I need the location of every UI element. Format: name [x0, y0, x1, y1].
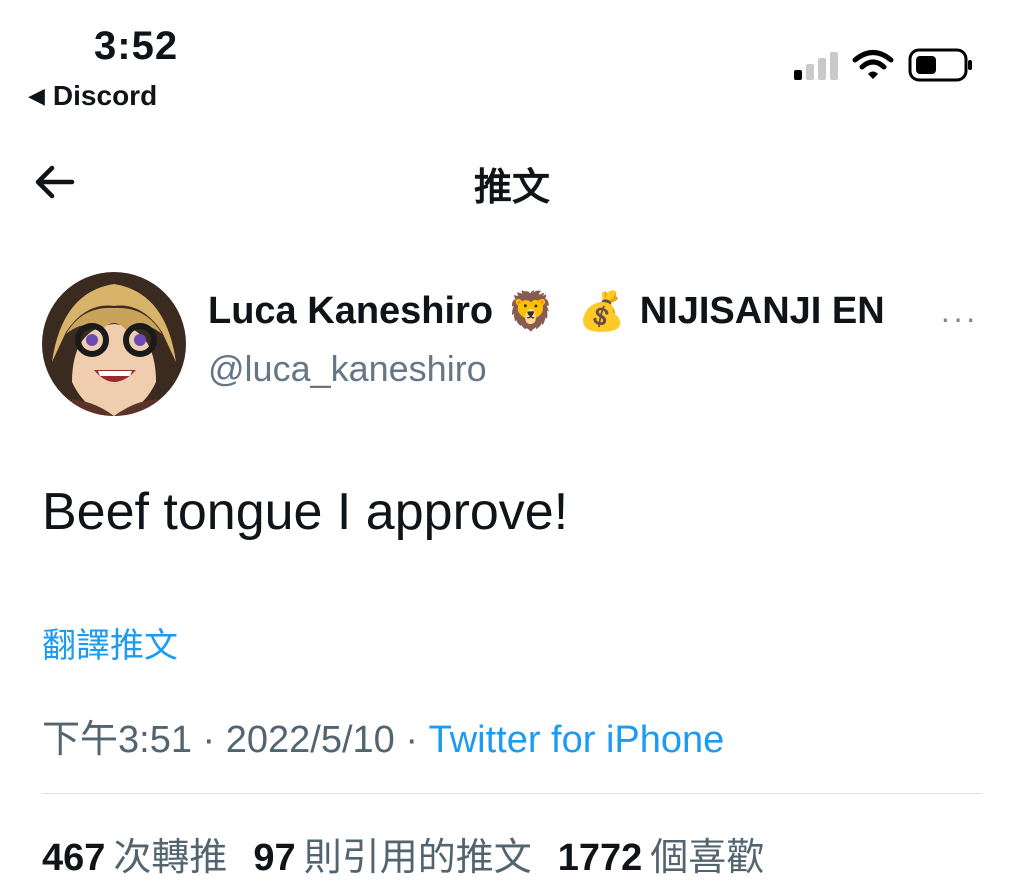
divider [42, 793, 982, 794]
quotes-label: 則引用的推文 [303, 837, 532, 879]
author-name: Luca Kaneshiro [208, 290, 494, 332]
wifi-icon [852, 50, 894, 79]
tweet-date[interactable]: 2022/5/10 [226, 719, 395, 761]
author-org: NIJISANJI EN [639, 290, 885, 332]
retweets-count: 467 [42, 837, 106, 879]
avatar-image [42, 272, 186, 416]
retweets-label: 次轉推 [113, 837, 228, 879]
status-time: 3:52 [94, 24, 179, 68]
lion-emoji-icon: 🦁 [507, 290, 555, 333]
back-app-label: Discord [52, 80, 158, 111]
battery-icon [908, 48, 972, 82]
cellular-signal-icon [794, 50, 838, 80]
likes-count: 1772 [557, 837, 643, 879]
back-to-app-button[interactable]: ◀ Discord [28, 80, 157, 112]
triangle-left-icon: ◀ [28, 83, 45, 108]
more-options-icon[interactable]: ··· [940, 300, 978, 337]
author-handle[interactable]: @luca_kaneshiro [208, 348, 487, 390]
status-icons [794, 48, 974, 82]
meta-separator: · [394, 719, 429, 761]
page-title: 推文 [473, 167, 550, 209]
quotes-stat[interactable]: 97 則引用的推文 [253, 826, 531, 881]
retweets-stat[interactable]: 467 次轉推 [42, 826, 227, 881]
author-display-name[interactable]: Luca Kaneshiro 🦁 💰 NIJISANJI EN [208, 290, 885, 333]
tweet-source-link[interactable]: Twitter for iPhone [429, 719, 725, 761]
quotes-count: 97 [253, 837, 296, 879]
money-bag-emoji-icon: 💰 [578, 290, 626, 333]
tweet-text: Beef tongue I approve! [42, 483, 569, 541]
tweet-meta: 下午3:51 · 2022/5/10 · Twitter for iPhone [42, 708, 724, 763]
tweet-detail-screen: 3:52 ◀ Discord 推文 Luca Kaneshiro 🦁 💰 NIJ… [0, 0, 1024, 888]
likes-label: 個喜歡 [650, 837, 765, 879]
tweet-stats: 467 次轉推 97 則引用的推文 1772 個喜歡 [42, 826, 764, 881]
translate-tweet-link[interactable]: 翻譯推文 [42, 618, 178, 667]
likes-stat[interactable]: 1772 個喜歡 [558, 826, 765, 881]
avatar[interactable] [42, 272, 186, 416]
meta-separator: · [191, 719, 226, 761]
tweet-time[interactable]: 下午3:51 [42, 719, 192, 761]
